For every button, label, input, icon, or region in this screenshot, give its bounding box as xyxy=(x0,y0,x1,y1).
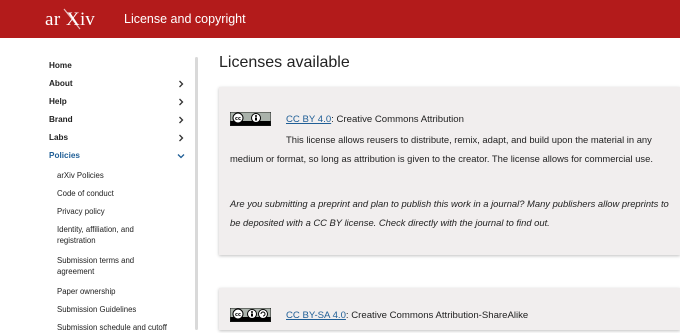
site-header: ar X iv License and copyright xyxy=(0,0,680,38)
sidebar-subitem-privacy-policy[interactable]: Privacy policy xyxy=(57,206,185,217)
license-card-cc-by: cc CC BY 4.0: Creative Commons Attributi… xyxy=(219,87,680,255)
sidebar-item-brand[interactable]: Brand xyxy=(49,115,185,124)
sidebar-item-label: Home xyxy=(49,61,72,70)
sidebar-subitem-arxiv-policies[interactable]: arXiv Policies xyxy=(57,170,185,181)
chevron-down-icon xyxy=(177,153,185,158)
section-heading: Licenses available xyxy=(219,54,350,71)
sidebar: Home About Help Brand Labs Policies arXi… xyxy=(0,38,195,333)
cc-by-sa-badge: cc xyxy=(230,308,271,322)
sidebar-item-label: Help xyxy=(49,97,67,106)
cc-by-link[interactable]: CC BY 4.0 xyxy=(286,114,331,125)
chevron-right-icon xyxy=(179,98,184,105)
license-card-cc-by-sa: cc CC BY-SA 4.0: Creative Commons Attrib… xyxy=(219,288,680,330)
chevron-right-icon xyxy=(179,116,184,123)
license-name: : Creative Commons Attribution xyxy=(331,114,464,125)
license-name: : Creative Commons Attribution-ShareAlik… xyxy=(345,310,529,321)
sidebar-subitem-paper-ownership[interactable]: Paper ownership xyxy=(57,286,185,297)
sidebar-subitem-submission-guidelines[interactable]: Submission Guidelines xyxy=(57,304,185,315)
sidebar-item-label: Policies xyxy=(49,151,80,160)
chevron-right-icon xyxy=(179,134,184,141)
sidebar-item-label: Brand xyxy=(49,115,73,124)
sidebar-item-about[interactable]: About xyxy=(49,79,185,88)
svg-text:iv: iv xyxy=(80,9,95,30)
cc-by-badge: cc xyxy=(230,112,271,126)
sidebar-subitem-identity[interactable]: Identity, affiliation, and registration xyxy=(57,224,152,246)
sidebar-subitem-submission-terms[interactable]: Submission terms and agreement xyxy=(57,255,152,277)
license-note: Are you submitting a preprint and plan t… xyxy=(230,198,669,228)
sidebar-item-policies[interactable]: Policies xyxy=(49,151,185,160)
cc-by-sa-link[interactable]: CC BY-SA 4.0 xyxy=(286,310,346,321)
svg-text:ar: ar xyxy=(45,9,61,30)
sidebar-item-label: Labs xyxy=(49,133,69,142)
license-description: This license allows reusers to distribut… xyxy=(230,134,653,164)
sidebar-scrollbar[interactable] xyxy=(195,57,198,330)
svg-text:cc: cc xyxy=(235,116,241,122)
chevron-right-icon xyxy=(179,80,184,87)
sidebar-item-home[interactable]: Home xyxy=(49,61,185,70)
sidebar-subitem-code-of-conduct[interactable]: Code of conduct xyxy=(57,188,185,199)
sidebar-item-label: About xyxy=(49,79,73,88)
license-heading: CC BY-SA 4.0: Creative Commons Attributi… xyxy=(286,310,528,321)
arxiv-logo[interactable]: ar X iv xyxy=(44,7,106,31)
sidebar-item-help[interactable]: Help xyxy=(49,97,185,106)
sidebar-subitem-submission-schedule[interactable]: Submission schedule and cutoff xyxy=(57,322,185,333)
page-title: License and copyright xyxy=(124,12,246,26)
sidebar-item-labs[interactable]: Labs xyxy=(49,133,185,142)
license-heading: CC BY 4.0: Creative Commons Attribution xyxy=(286,114,464,125)
svg-text:cc: cc xyxy=(235,312,241,318)
